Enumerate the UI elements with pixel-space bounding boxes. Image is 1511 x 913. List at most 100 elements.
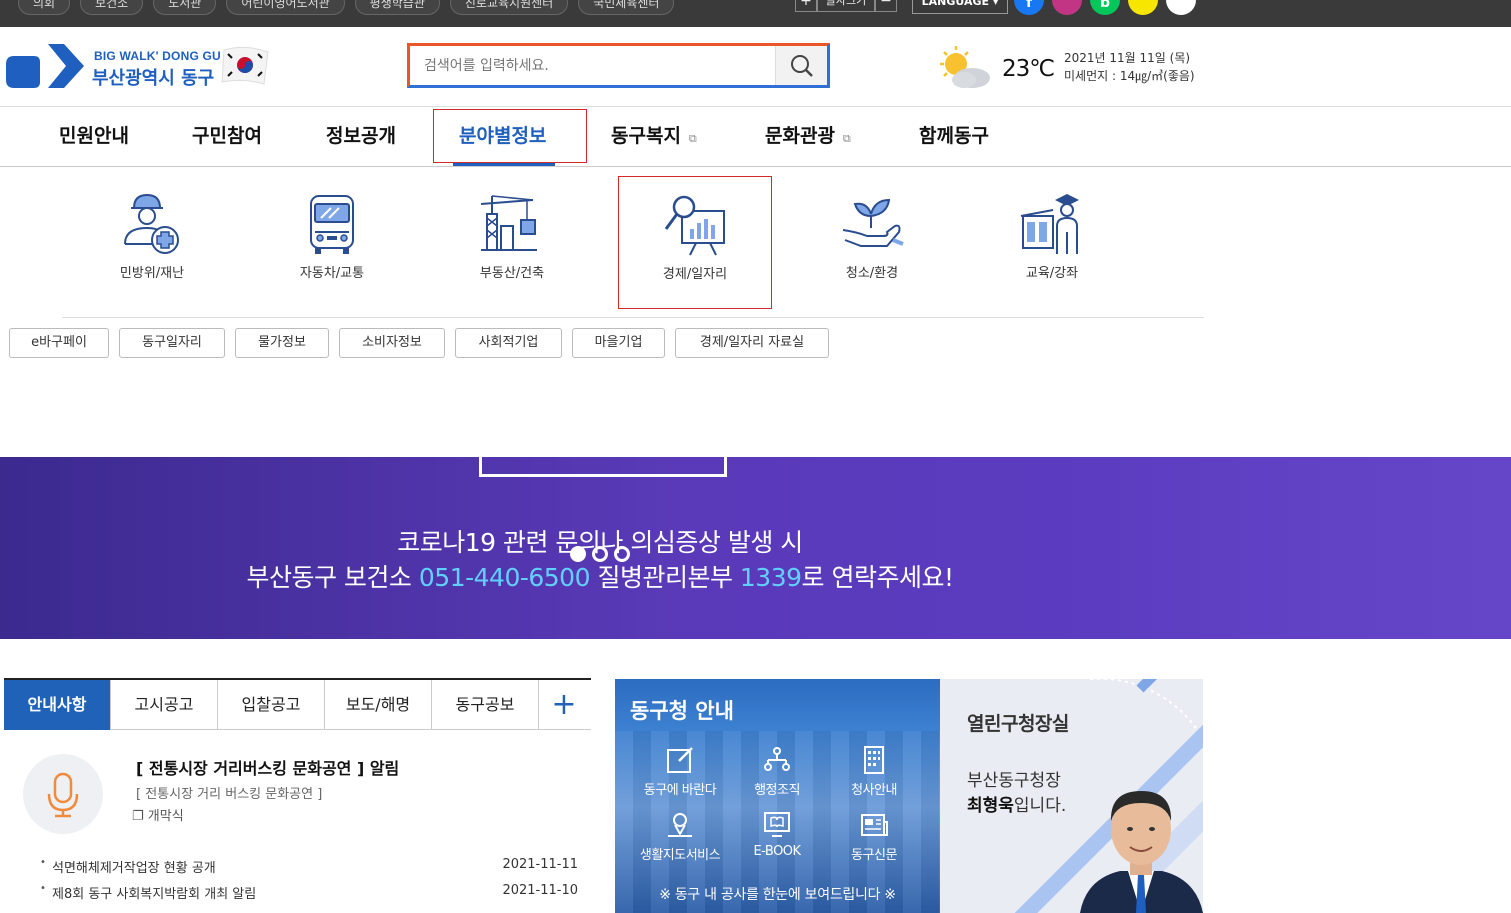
covid-banner[interactable]: 코로나19 관련 문의나 의심증상 발생 시 부산동구 보건소 051-440-… — [0, 457, 1511, 639]
site-logo[interactable]: BIG WALK' DONG GU 부산광역시 동구 — [4, 38, 274, 94]
kakao-icon[interactable] — [1128, 0, 1158, 15]
zoom-out-button[interactable]: − — [875, 0, 897, 12]
category-cleaning-environment[interactable]: 청소/환경 — [795, 176, 949, 309]
construction-info-link[interactable]: ※ 동구 내 공사를 한눈에 보여드립니다 ※ — [615, 884, 940, 904]
logo-title: 부산광역시 동구 — [92, 68, 215, 89]
list-item[interactable]: 제8회 동구 사회복지박람회 개최 알림 2021-11-10 — [40, 881, 578, 907]
nav-item-culture[interactable]: 문화관광 ⧉ — [765, 121, 851, 148]
economy-sublinks: e바구페이 동구일자리 물가정보 소비자정보 사회적기업 마을기업 경제/일자리… — [9, 328, 839, 358]
info-link-label: 동구에 바란다 — [643, 783, 717, 798]
zoom-in-button[interactable]: + — [795, 0, 817, 12]
category-vehicle-traffic[interactable]: 자동차/교통 — [255, 176, 409, 309]
info-link-ebook[interactable]: E-BOOK — [729, 810, 825, 859]
map-pin-icon — [668, 813, 692, 837]
info-link-label: 청사안내 — [851, 783, 897, 798]
category-label: 경제/일자리 — [662, 267, 728, 282]
top-bar: 의회 보건소 도서관 어린이영어도서관 평생학습관 진로교육지원센터 국민체육센… — [0, 0, 1511, 27]
tab-public-notices[interactable]: 고시공고 — [111, 680, 218, 730]
banner-phone-kcdc: 1339 — [739, 563, 802, 592]
logo-slogan: BIG WALK' DONG GU — [94, 49, 221, 63]
more-button[interactable]: + — [539, 680, 589, 730]
search-box — [407, 43, 830, 88]
list-item[interactable]: 석면해체제거작업장 현황 공개 2021-11-11 — [40, 855, 578, 881]
temperature: 23℃ — [1002, 56, 1055, 82]
featured-notice-summary: [ 전통시장 거리 버스킹 문화공연 ] — [136, 787, 323, 802]
category-label: 청소/환경 — [845, 266, 899, 281]
info-link-label: 생활지도서비스 — [639, 848, 721, 863]
edit-icon — [667, 747, 693, 773]
nav-item-information[interactable]: 정보공개 — [326, 121, 396, 148]
nav-item-field-info[interactable]: 분야별정보 — [459, 121, 546, 148]
category-real-estate[interactable]: 부동산/건축 — [435, 176, 589, 309]
nav-item-together[interactable]: 함께동구 — [919, 121, 989, 148]
pager-dot[interactable] — [592, 546, 608, 562]
info-link-label: 행정조직 — [754, 783, 800, 798]
weather-widget: 23℃ 2021년 11월 11일 (목) 미세먼지 : 14㎍/㎥(좋음) — [936, 44, 1206, 92]
info-link-suggestion[interactable]: 동구에 바란다 — [632, 745, 728, 798]
tab-bids[interactable]: 입찰공고 — [218, 680, 325, 730]
pager-dot[interactable] — [614, 546, 630, 562]
info-link-life-guide[interactable]: 생활지도서비스 — [632, 810, 728, 863]
civil-defense-icon — [124, 193, 179, 254]
banner-text: 로 연락주세요! — [801, 563, 954, 592]
family-link-council[interactable]: 의회 — [18, 0, 71, 15]
youtube-icon[interactable] — [1166, 0, 1196, 15]
logo-mark-icon — [6, 44, 84, 88]
nav-active-bar — [453, 163, 555, 166]
info-link-building[interactable]: 청사안내 — [826, 745, 922, 798]
blog-icon[interactable]: b — [1090, 0, 1120, 15]
nav-item-welfare[interactable]: 동구복지 ⧉ — [611, 121, 697, 148]
instagram-icon[interactable] — [1052, 0, 1082, 15]
banner-phone-health: 051-440-6500 — [418, 563, 591, 592]
education-icon — [1020, 194, 1079, 254]
chip-social-enterprise[interactable]: 사회적기업 — [455, 328, 562, 358]
category-civil-defense[interactable]: 민방위/재난 — [75, 176, 229, 309]
partly-cloudy-icon — [940, 46, 990, 88]
family-link-learning-center[interactable]: 평생학습관 — [354, 0, 440, 15]
notice-title: 제8회 동구 사회복지박람회 개최 알림 — [52, 887, 257, 902]
pager-dot[interactable] — [570, 546, 586, 562]
banner-line-2: 부산동구 보건소 051-440-6500 질병관리본부 1339로 연락주세요… — [0, 558, 1200, 594]
info-link-label: 동구신문 — [851, 848, 897, 863]
tab-press[interactable]: 보도/해명 — [325, 680, 432, 730]
mayor-greeting: 최형욱입니다. — [967, 791, 1066, 816]
nav-item-participation[interactable]: 구민참여 — [192, 121, 262, 148]
chip-e-bagu-pay[interactable]: e바구페이 — [9, 328, 109, 358]
notice-list: 석면해체제거작업장 현황 공개 2021-11-11 제8회 동구 사회복지박람… — [40, 855, 578, 907]
chip-economy-archive[interactable]: 경제/일자리 자료실 — [675, 328, 829, 358]
mayor-office-panel[interactable]: 열린구청장실 부산동구청장 최형욱입니다. — [940, 679, 1203, 913]
search-input[interactable] — [424, 58, 764, 74]
info-link-newspaper[interactable]: 동구신문 — [826, 810, 922, 863]
chip-price-info[interactable]: 물가정보 — [235, 328, 329, 358]
ebook-icon — [764, 812, 790, 837]
facebook-icon[interactable]: f — [1014, 0, 1044, 15]
korean-flag-icon — [221, 46, 269, 85]
chip-consumer-info[interactable]: 소비자정보 — [339, 328, 445, 358]
featured-notice-title[interactable]: [ 전통시장 거리버스킹 문화공연 ] 알림 — [136, 755, 399, 779]
family-link-library[interactable]: 도서관 — [153, 0, 217, 15]
external-link-icon: ⧉ — [688, 132, 697, 145]
donggu-info-panel: 동구청 안내 동구에 바란다 행정조직 청사안내 생활지도서비스 E-BOOK … — [615, 679, 940, 913]
org-chart-icon — [764, 747, 790, 771]
mayor-role: 부산동구청장 — [967, 771, 1061, 791]
language-select[interactable]: LANGUAGE ▾ — [912, 0, 1008, 14]
family-link-career-center[interactable]: 진로교육지원센터 — [449, 0, 569, 15]
family-link-health-center[interactable]: 보건소 — [80, 0, 144, 15]
search-button[interactable] — [775, 46, 827, 85]
chip-village-enterprise[interactable]: 마을기업 — [572, 328, 665, 358]
category-education[interactable]: 교육/강좌 — [975, 176, 1129, 309]
external-link-icon: ⧉ — [842, 132, 851, 145]
tab-announcements[interactable]: 안내사항 — [4, 680, 111, 730]
search-icon — [791, 55, 813, 77]
tab-gazette[interactable]: 동구공보 — [432, 680, 539, 730]
chip-donggu-jobs[interactable]: 동구일자리 — [119, 328, 225, 358]
nav-item-welfare-label: 동구복지 — [611, 125, 681, 147]
info-link-organization[interactable]: 행정조직 — [729, 745, 825, 798]
family-link-sports-center[interactable]: 국민체육센터 — [578, 0, 675, 15]
fine-dust: 미세먼지 : 14㎍/㎥(좋음) — [1064, 69, 1195, 83]
family-link-english-library[interactable]: 어린이영어도서관 — [226, 0, 345, 15]
category-economy-jobs[interactable]: 경제/일자리 — [618, 176, 772, 309]
nav-item-civil-service[interactable]: 민원안내 — [59, 121, 129, 148]
notice-title: 석면해체제거작업장 현황 공개 — [52, 861, 216, 876]
featured-notice-detail: ❐ 개막식 — [132, 809, 184, 824]
